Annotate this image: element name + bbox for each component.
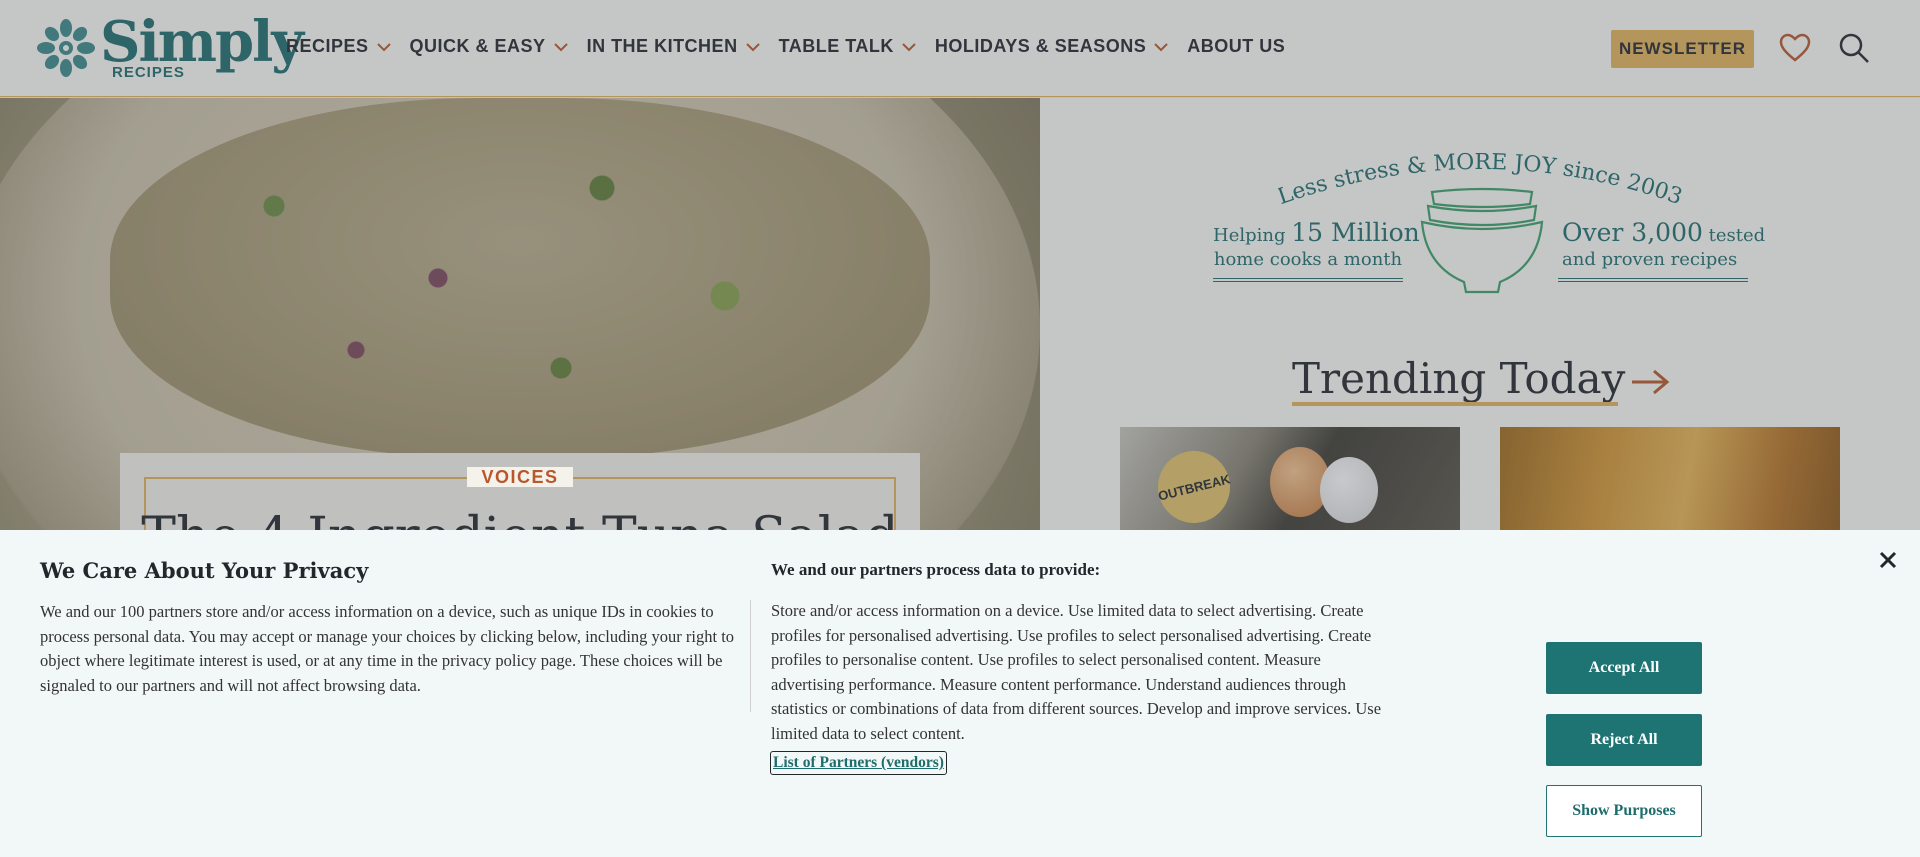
show-purposes-button[interactable]: Show Purposes: [1546, 785, 1702, 837]
privacy-consent-banner: We Care About Your Privacy We and our 10…: [0, 530, 1920, 857]
partners-link[interactable]: List of Partners (vendors): [770, 751, 947, 775]
purposes-body: Store and/or access information on a dev…: [771, 601, 1382, 743]
consent-title: We Care About Your Privacy: [40, 558, 369, 583]
consent-divider: [750, 600, 751, 712]
hero-kicker-label: VOICES: [467, 467, 573, 487]
close-icon[interactable]: [1876, 548, 1900, 572]
reject-all-button[interactable]: Reject All: [1546, 714, 1702, 766]
purposes-title: We and our partners process data to prov…: [771, 560, 1101, 579]
consent-body: We and our 100 partners store and/or acc…: [40, 602, 735, 695]
accept-all-button[interactable]: Accept All: [1546, 642, 1702, 694]
